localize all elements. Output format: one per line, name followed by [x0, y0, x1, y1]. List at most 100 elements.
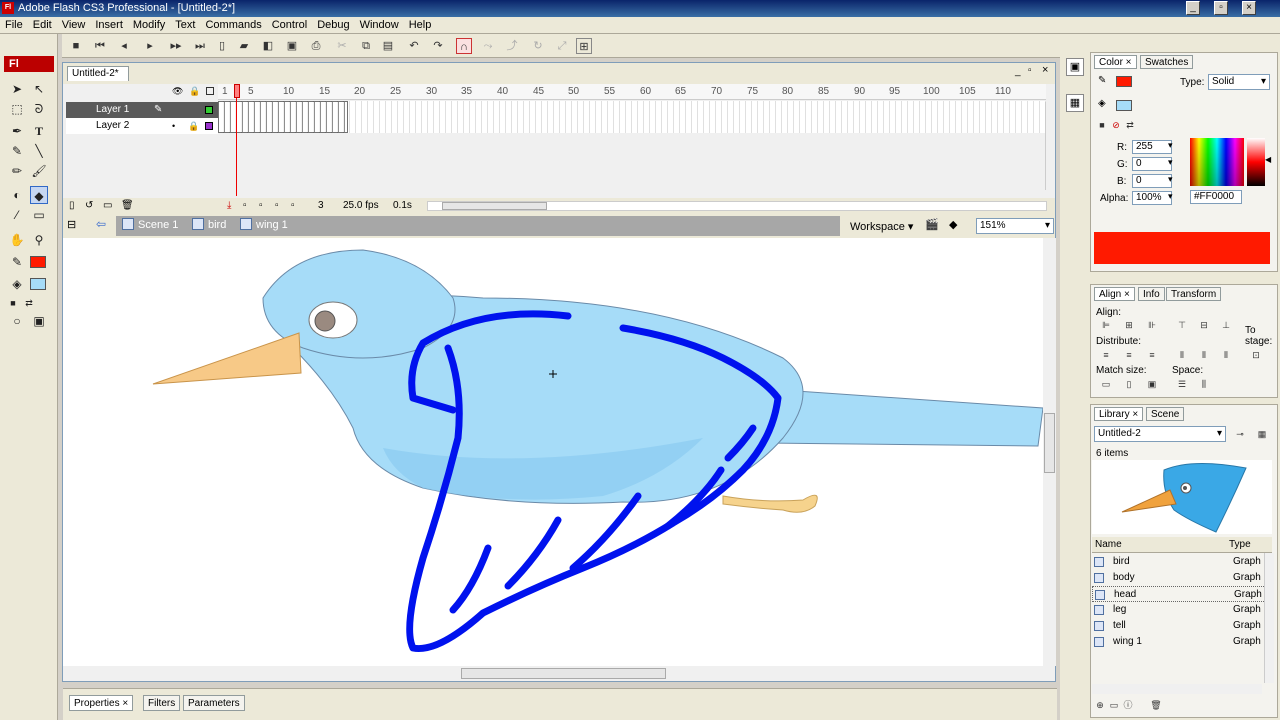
distribute-vcenter-icon[interactable]: ≡: [1123, 350, 1135, 360]
tab-parameters[interactable]: Parameters: [183, 695, 245, 711]
zoom-tool-icon[interactable]: ⚲: [30, 231, 48, 249]
scale-icon[interactable]: ⤢: [554, 38, 570, 54]
object-drawing-icon[interactable]: ○: [8, 312, 26, 330]
library-document-select[interactable]: Untitled-2 ▾: [1094, 426, 1226, 442]
align-hcenter-icon[interactable]: ⊞: [1123, 320, 1135, 330]
timeline-vscroll[interactable]: [1045, 102, 1055, 190]
collapsed-panel-icon[interactable]: ▣: [1066, 58, 1084, 76]
menu-modify[interactable]: Modify: [128, 17, 170, 31]
tab-transform[interactable]: Transform: [1166, 287, 1222, 301]
pin-library-icon[interactable]: ⊸: [1234, 429, 1246, 439]
tab-swatches[interactable]: Swatches: [1140, 55, 1194, 69]
layer-row-1[interactable]: Layer 1 ✎: [66, 102, 218, 118]
dropdown-arrow-icon[interactable]: ▾: [1168, 140, 1173, 151]
zoom-select[interactable]: 151% ▾: [976, 218, 1054, 234]
properties-icon[interactable]: ⓘ: [1122, 700, 1134, 710]
new-symbol-icon[interactable]: ⊕: [1094, 700, 1106, 710]
stage-vscroll[interactable]: [1043, 238, 1056, 666]
lasso-tool-icon[interactable]: ᘐ: [30, 100, 48, 118]
step-back-icon[interactable]: ◂: [116, 38, 132, 54]
dropdown-arrow-icon[interactable]: ▾: [1168, 157, 1173, 168]
line-tool-icon[interactable]: ╲: [30, 142, 48, 160]
breadcrumb-symbol-wing[interactable]: wing 1: [256, 219, 288, 231]
cut-icon[interactable]: ✂: [334, 38, 350, 54]
menu-control[interactable]: Control: [267, 17, 312, 31]
outline-layers-icon[interactable]: [206, 87, 214, 95]
space-vertical-icon[interactable]: ☰: [1176, 379, 1188, 389]
paint-bucket-tool-icon[interactable]: ◆: [30, 186, 48, 204]
free-transform-tool-icon[interactable]: ⬚: [8, 100, 26, 118]
fill-bucket-icon[interactable]: ◈: [1098, 98, 1106, 109]
modify-onion-markers-icon[interactable]: ▫: [291, 198, 295, 214]
no-color-icon[interactable]: ⊘: [1110, 120, 1122, 130]
minimize-button[interactable]: _: [1186, 1, 1200, 15]
tab-color[interactable]: Color ×: [1094, 55, 1137, 69]
rewind-icon[interactable]: ⏮: [92, 38, 108, 54]
distribute-right-icon[interactable]: ⦀: [1220, 350, 1232, 360]
layer-color-icon[interactable]: [205, 122, 213, 130]
align-bottom-icon[interactable]: ⊥: [1220, 320, 1232, 330]
col-type[interactable]: Type: [1229, 539, 1251, 550]
new-library-icon[interactable]: ▦: [1256, 429, 1268, 439]
redo-icon[interactable]: ↷: [430, 38, 446, 54]
straighten-icon[interactable]: ⤴: [504, 38, 520, 54]
stroke-color-icon[interactable]: ✎: [8, 253, 26, 271]
edit-scene-icon[interactable]: 🎬: [925, 218, 939, 231]
show-hide-layers-icon[interactable]: 👁: [172, 86, 183, 97]
timeline-hscroll[interactable]: [427, 201, 1047, 211]
edit-multiple-frames-icon[interactable]: ▫: [275, 198, 279, 214]
match-both-icon[interactable]: ▣: [1146, 379, 1158, 389]
library-vscroll[interactable]: [1264, 553, 1274, 683]
snap-magnet-icon[interactable]: ∩: [456, 38, 472, 54]
save-icon[interactable]: ▣: [284, 38, 300, 54]
collapsed-panel-icon[interactable]: ▦: [1066, 94, 1084, 112]
layer-color-icon[interactable]: [205, 106, 213, 114]
align-right-icon[interactable]: ⊪: [1146, 320, 1158, 330]
add-layer-icon[interactable]: ▯: [69, 198, 75, 214]
selection-tool-icon[interactable]: ➤: [8, 80, 26, 98]
dropdown-arrow-icon[interactable]: ▾: [1168, 174, 1173, 185]
paste-icon[interactable]: ▤: [380, 38, 396, 54]
new-file-icon[interactable]: ▯: [214, 38, 230, 54]
eraser-tool-icon[interactable]: ▭: [30, 206, 48, 224]
stage-hscroll[interactable]: [63, 666, 1055, 681]
red-input[interactable]: 255: [1132, 140, 1172, 154]
frame-ruler[interactable]: 1 5 10 15 20 25 30 35 40 45 50 55 60 65 …: [218, 84, 1046, 100]
hand-tool-icon[interactable]: ✋: [8, 231, 26, 249]
stage-canvas[interactable]: [63, 238, 1045, 666]
breadcrumb-scene[interactable]: Scene 1: [138, 219, 178, 231]
bridge-icon[interactable]: ◧: [260, 38, 276, 54]
ink-bottle-tool-icon[interactable]: ✎: [8, 142, 26, 160]
stroke-swatch[interactable]: [1116, 76, 1132, 87]
fill-color-swatch[interactable]: [30, 278, 46, 290]
tab-align[interactable]: Align ×: [1094, 287, 1135, 301]
pen-tool-icon[interactable]: ✒: [8, 122, 26, 140]
stroke-color-swatch[interactable]: [30, 256, 46, 268]
library-item[interactable]: tell Graph: [1092, 618, 1272, 634]
center-frame-icon[interactable]: ⤓: [227, 198, 231, 214]
fill-color-icon[interactable]: ◈: [8, 275, 26, 293]
tab-library[interactable]: Library ×: [1094, 407, 1144, 421]
tab-filters[interactable]: Filters: [143, 695, 181, 711]
lock-layers-icon[interactable]: 🔒: [189, 86, 200, 97]
step-forward-icon[interactable]: ▸▸: [168, 38, 184, 54]
swap-colors-icon[interactable]: ⇄: [20, 294, 38, 312]
menu-window[interactable]: Window: [355, 17, 404, 31]
go-to-end-icon[interactable]: ⏭: [192, 38, 208, 54]
text-tool-icon[interactable]: T: [30, 122, 48, 140]
edit-symbol-icon[interactable]: ◆: [949, 218, 957, 231]
distribute-bottom-icon[interactable]: ≡: [1146, 350, 1158, 360]
lock-icon[interactable]: 🔒: [188, 118, 199, 134]
copy-icon[interactable]: ⧉: [358, 38, 374, 54]
timeline-toggle-icon[interactable]: ⊟: [67, 218, 76, 231]
library-hscroll[interactable]: [1092, 684, 1262, 694]
col-name[interactable]: Name: [1095, 539, 1122, 550]
breadcrumb-symbol-bird[interactable]: bird: [208, 219, 226, 231]
library-item[interactable]: bird Graph: [1092, 554, 1272, 570]
fill-swatch[interactable]: [1116, 100, 1132, 111]
distribute-top-icon[interactable]: ≡: [1100, 350, 1112, 360]
green-input[interactable]: 0: [1132, 157, 1172, 171]
doc-restore-icon[interactable]: ▫: [1028, 65, 1032, 76]
menu-commands[interactable]: Commands: [200, 17, 266, 31]
type-select[interactable]: Solid ▾: [1208, 74, 1270, 90]
